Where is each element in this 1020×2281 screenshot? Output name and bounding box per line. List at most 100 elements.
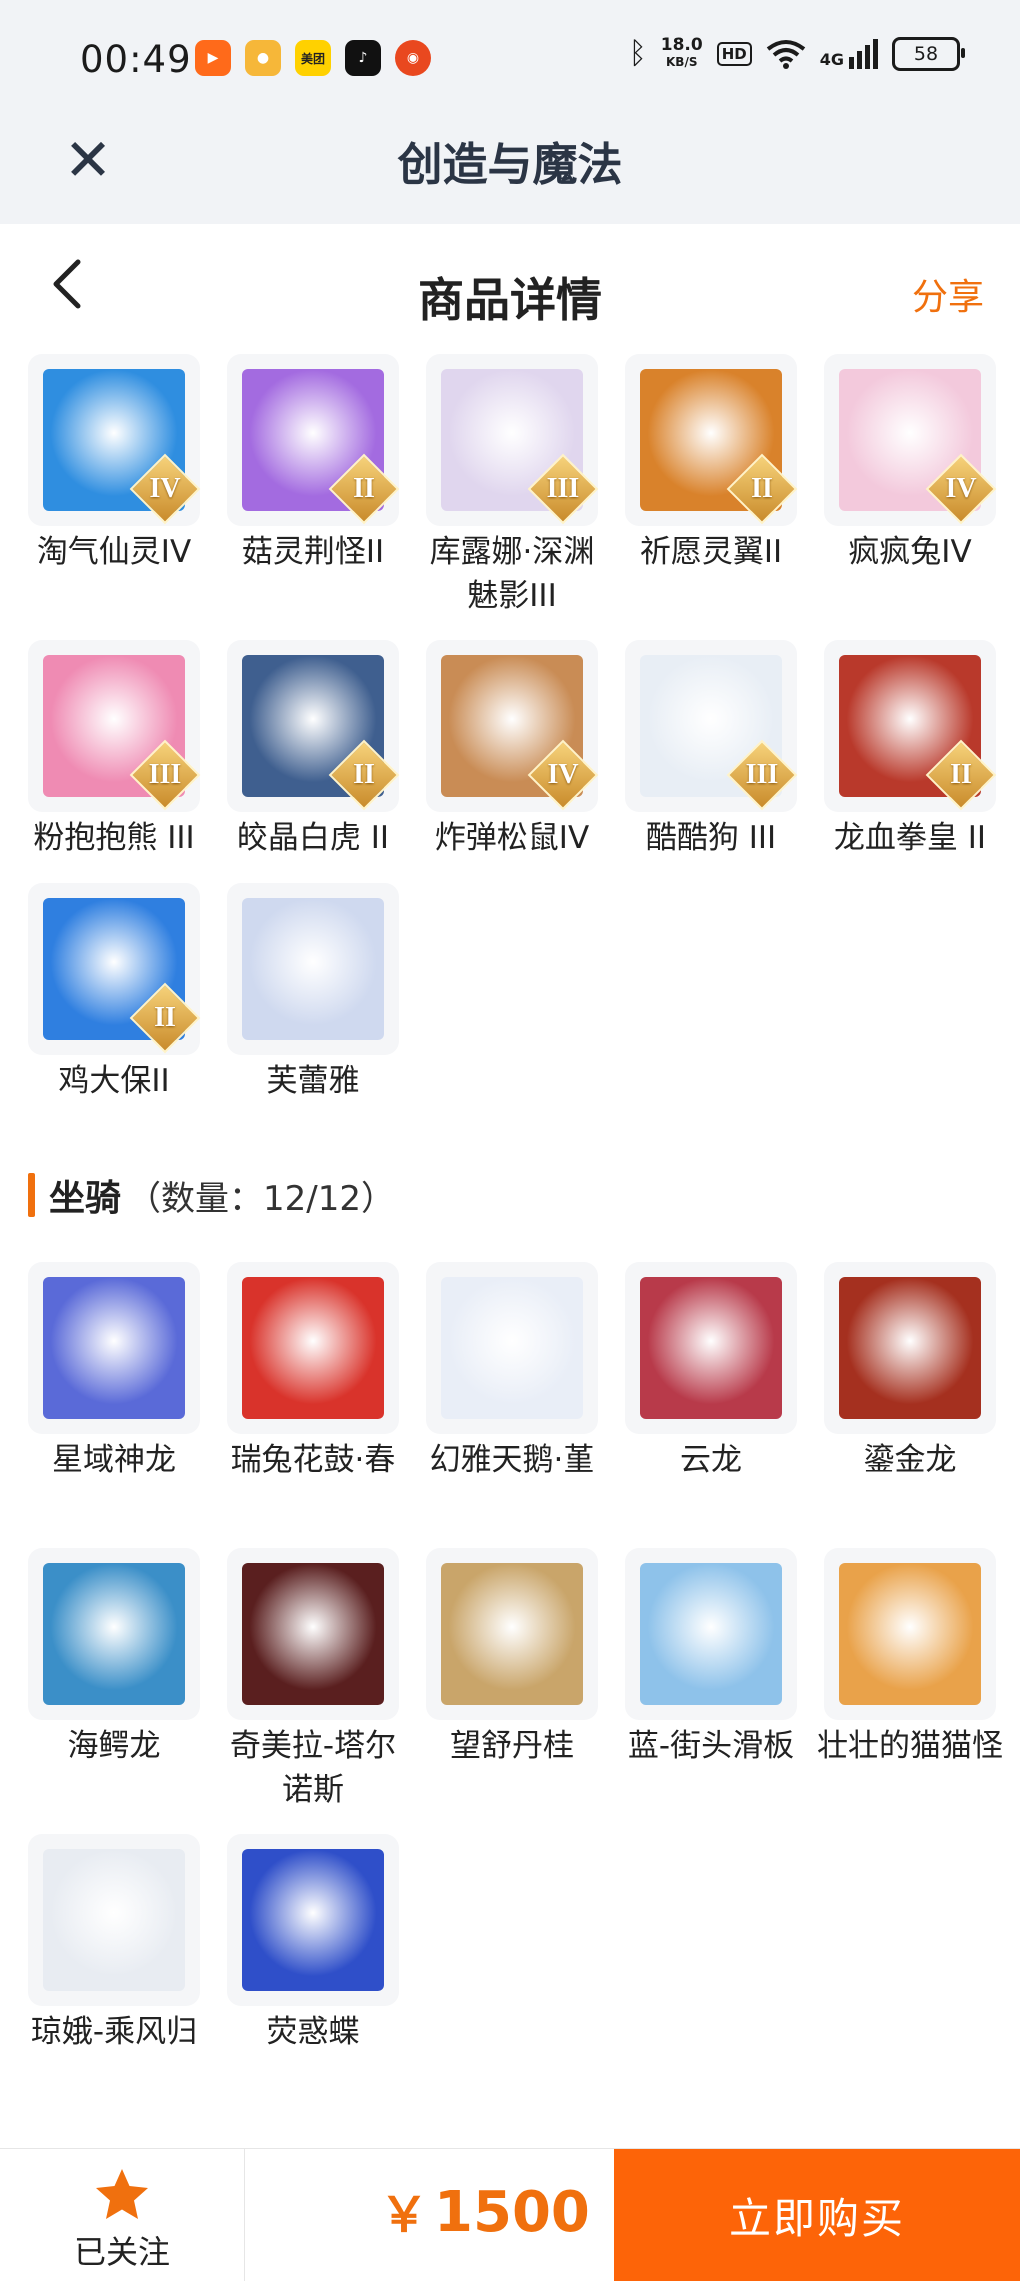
grid-item[interactable]: 荧惑蝶 [227, 1834, 399, 2054]
item-image [441, 1277, 583, 1419]
item-image [242, 1849, 384, 1991]
grid-item[interactable]: II 祈愿灵翼II [625, 354, 798, 574]
item-thumbnail: II [625, 354, 798, 526]
weibo-icon: ◉ [395, 40, 431, 76]
item-thumbnail [28, 1548, 200, 1720]
item-thumbnail [426, 1262, 598, 1434]
mounts-count: （数量：12/12） [127, 1178, 395, 1219]
mounts-section-header: 坐骑 （数量：12/12） [28, 1170, 395, 1220]
item-thumbnail: II [227, 354, 400, 526]
item-label: 鸡大保II [58, 1063, 170, 1099]
item-thumbnail: III [625, 640, 798, 812]
item-label: 琼娥-乘风归 [30, 2014, 198, 2050]
battery-icon: 58 [892, 36, 965, 71]
item-thumbnail: IV [28, 354, 201, 526]
item-label: 皎晶白虎 II [236, 820, 390, 856]
page-title: 商品详情 [418, 273, 602, 327]
grid-item[interactable]: 海鳄龙 [28, 1548, 200, 1768]
wifi-icon [766, 39, 805, 69]
item-label: 疯疯兔IV [848, 534, 972, 570]
grid-item[interactable]: IV 炸弹松鼠IV [426, 640, 599, 860]
grid-item[interactable]: III 库露娜·深渊魅影III [426, 354, 599, 618]
app-title: 创造与魔法 [397, 138, 623, 191]
grid-item[interactable]: 瑞兔花鼓·春 [227, 1262, 399, 1482]
item-image [839, 1563, 981, 1705]
item-label: 海鳄龙 [67, 1728, 161, 1764]
item-label: 库露娜·深渊魅影III [429, 534, 595, 614]
signal-icon: 4G [819, 38, 878, 69]
grid-item[interactable]: 鎏金龙 [824, 1262, 996, 1482]
grid-item[interactable]: II 龙血拳皇 II [824, 640, 997, 860]
level-badge-text: III [148, 759, 182, 790]
grid-item[interactable]: 望舒丹桂 [426, 1548, 598, 1768]
price-value: 1500 [434, 2180, 590, 2245]
follow-button[interactable]: 已关注 [0, 2149, 245, 2281]
battery-level: 58 [913, 42, 939, 65]
level-badge-text: IV [149, 473, 181, 504]
level-badge-text: IV [945, 473, 977, 504]
level-badge-text: IV [547, 759, 579, 790]
mounts-section-title: 坐骑 [49, 1178, 122, 1219]
item-image [43, 1277, 185, 1419]
price: ￥ 1500 [380, 2175, 590, 2245]
item-image [640, 1563, 782, 1705]
level-badge-text: II [353, 759, 375, 790]
grid-item[interactable]: III 粉抱抱熊 III [28, 640, 201, 860]
item-thumbnail: II [227, 640, 400, 812]
grid-item[interactable]: II 菇灵荆怪II [227, 354, 400, 574]
item-label: 星域神龙 [52, 1442, 176, 1478]
item-label: 奇美拉-塔尔诺斯 [229, 1728, 397, 1808]
item-image [839, 1277, 981, 1419]
item-thumbnail [824, 1548, 996, 1720]
grid-item[interactable]: 幻雅天鹅·堇 [426, 1262, 598, 1482]
follow-label: 已关注 [73, 2233, 170, 2271]
section-accent-bar [28, 1173, 35, 1217]
net-speed: 18.0 KB/S [661, 36, 703, 71]
star-icon [96, 2169, 148, 2219]
network-type: 4G [819, 49, 844, 69]
share-button[interactable]: 分享 [912, 268, 984, 320]
grid-item[interactable]: IV 淘气仙灵IV [28, 354, 201, 574]
app-header: ✕ 创造与魔法 [0, 120, 1020, 224]
level-badge-text: II [353, 473, 375, 504]
item-image [242, 1563, 384, 1705]
grid-item[interactable]: II 皎晶白虎 II [227, 640, 400, 860]
level-badge-text: II [751, 473, 773, 504]
grid-item[interactable]: IV 疯疯兔IV [824, 354, 997, 574]
currency-symbol: ￥ [380, 2187, 429, 2243]
douyin-icon: ♪ [345, 40, 381, 76]
buy-now-button[interactable]: 立即购买 [614, 2149, 1020, 2281]
item-thumbnail: IV [426, 640, 599, 812]
item-label: 祈愿灵翼II [639, 534, 783, 570]
bilibili-icon: ● [245, 40, 281, 76]
level-badge-text: II [950, 759, 972, 790]
grid-item[interactable]: 琼娥-乘风归 [28, 1834, 200, 2054]
item-label: 酷酷狗 III [645, 820, 777, 856]
grid-item[interactable]: 壮壮的猫猫怪 [817, 1548, 1003, 1768]
item-label: 淘气仙灵IV [36, 534, 192, 570]
item-thumbnail: II [28, 883, 201, 1055]
item-thumbnail: II [824, 640, 997, 812]
meituan-icon: 美团 [295, 40, 331, 76]
item-label: 荧惑蝶 [266, 2014, 360, 2050]
grid-item[interactable]: 云龙 [625, 1262, 797, 1482]
grid-item[interactable]: 星域神龙 [28, 1262, 200, 1482]
grid-item[interactable]: 芙蕾雅 [227, 883, 399, 1103]
grid-item[interactable]: 蓝-街头滑板 [625, 1548, 797, 1768]
grid-item[interactable]: II 鸡大保II [28, 883, 201, 1103]
item-thumbnail [227, 1262, 399, 1434]
bottom-action-bar: 已关注 ￥ 1500 立即购买 [0, 2148, 1020, 2281]
level-badge-text: III [546, 473, 580, 504]
item-thumbnail [28, 1262, 200, 1434]
grid-item[interactable]: 奇美拉-塔尔诺斯 [227, 1548, 399, 1812]
item-label: 望舒丹桂 [450, 1728, 574, 1764]
status-time: 00:49 [80, 38, 192, 81]
item-thumbnail [824, 1262, 996, 1434]
page-nav: 商品详情 分享 [0, 224, 1020, 354]
item-image [441, 1563, 583, 1705]
grid-item[interactable]: III 酷酷狗 III [625, 640, 798, 860]
item-label: 幻雅天鹅·堇 [429, 1442, 595, 1478]
item-label: 菇灵荆怪II [241, 534, 385, 570]
item-image [242, 1277, 384, 1419]
item-label: 云龙 [680, 1442, 742, 1478]
